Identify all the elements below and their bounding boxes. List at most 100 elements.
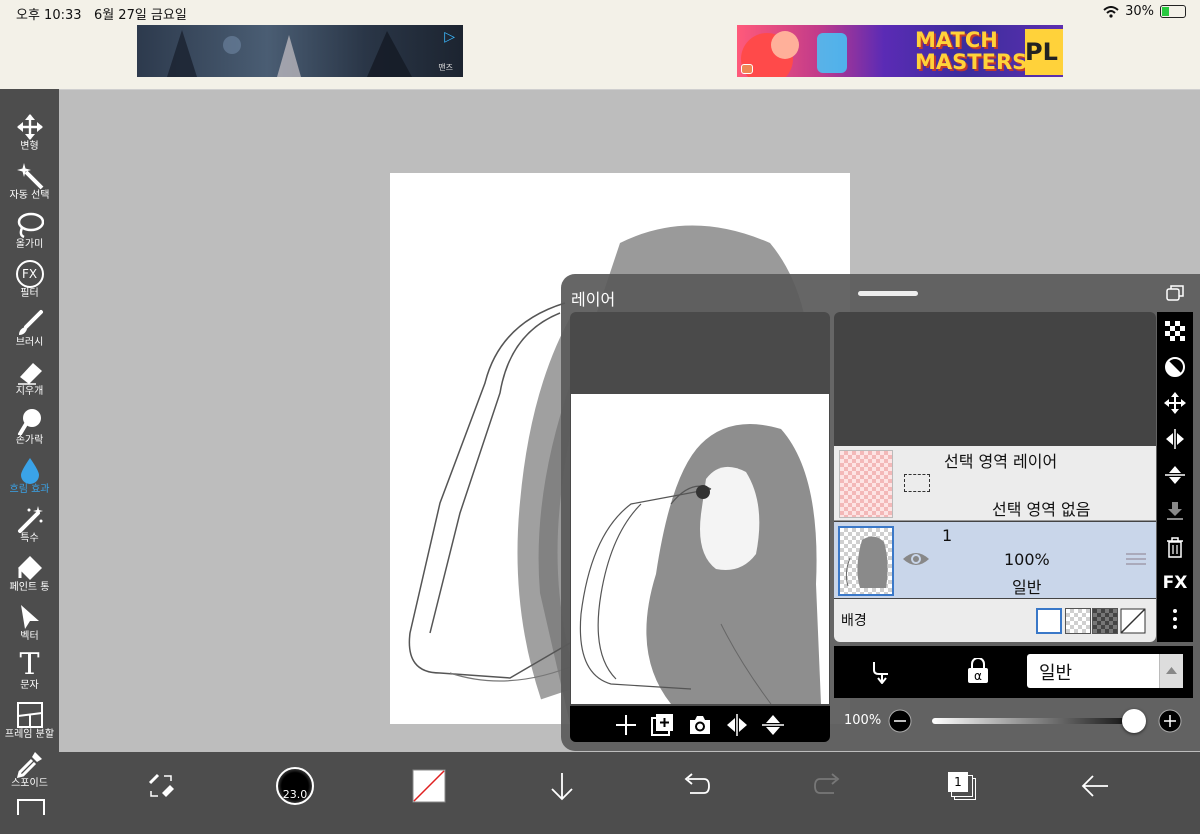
arrow-left-icon xyxy=(1081,775,1108,797)
toolbar-overflow-icon[interactable] xyxy=(17,799,45,815)
add-layer-icon[interactable] xyxy=(615,714,637,736)
status-time: 오후 10:33 6월 27일 금요일 xyxy=(16,8,187,23)
tool-text[interactable]: T 문자 xyxy=(0,650,59,698)
transparency-button[interactable] xyxy=(1157,316,1193,346)
tool-label: 변형 xyxy=(20,141,39,152)
ad-bar: ▷ 맨즈 MATCH MASTERS PL xyxy=(0,24,1200,90)
tool-magic-wand[interactable]: 자동 선택 xyxy=(0,160,59,208)
layer-side-toolbar: FX xyxy=(1157,312,1193,642)
tool-label: 올가미 xyxy=(15,239,44,250)
contrast-icon xyxy=(1165,357,1185,377)
ad-banner-left[interactable]: ▷ 맨즈 xyxy=(137,25,463,77)
brush-size-button[interactable]: 23.0 xyxy=(273,764,317,808)
merge-down-button[interactable] xyxy=(1157,496,1193,526)
background-label: 배경 xyxy=(841,613,867,629)
tool-bucket[interactable]: 페인트 통 xyxy=(0,552,59,600)
back-button[interactable] xyxy=(1073,764,1117,808)
battery-percent: 30% xyxy=(1125,4,1154,19)
layer-count: 1 xyxy=(948,772,968,792)
opacity-plus-icon[interactable] xyxy=(1158,709,1182,733)
ad-toggle-icon xyxy=(741,64,753,74)
tool-eraser[interactable]: 지우개 xyxy=(0,356,59,404)
tool-lasso[interactable]: 올가미 xyxy=(0,209,59,257)
redo-icon xyxy=(814,773,840,794)
merge-down-icon xyxy=(1167,502,1183,520)
lock-alpha-icon[interactable]: α xyxy=(966,658,990,684)
window-restore-icon[interactable] xyxy=(1166,285,1184,301)
tool-label: 프레임 분할 xyxy=(4,729,55,740)
tool-label: 손가락 xyxy=(15,435,44,446)
layers-icon: 1 xyxy=(948,772,976,800)
brush-size-indicator: 23.0 xyxy=(276,767,314,805)
import-button[interactable] xyxy=(540,764,584,808)
tool-label: 자동 선택 xyxy=(9,190,50,201)
fx-icon: FX xyxy=(1162,573,1188,593)
eyedropper-icon xyxy=(16,752,42,778)
tool-label: 흐림 효과 xyxy=(9,484,50,495)
lasso-icon xyxy=(17,212,44,239)
panel-drag-handle[interactable] xyxy=(858,291,918,296)
preview-canvas[interactable] xyxy=(571,394,829,705)
ad-play-button[interactable]: PL xyxy=(1025,29,1063,75)
tool-move[interactable]: 변형 xyxy=(0,111,59,159)
brush-icon xyxy=(18,310,43,335)
finger-icon xyxy=(17,409,41,435)
selection-layer-status: 선택 영역 없음 xyxy=(992,500,1091,519)
clipping-icon[interactable] xyxy=(870,660,892,684)
tool-label: 벡터 xyxy=(20,631,39,642)
tool-label: 브러시 xyxy=(15,337,44,348)
selection-layer-row[interactable]: 선택 영역 레이어 선택 영역 없음 xyxy=(834,446,1156,521)
blend-mode-select[interactable]: 일반 xyxy=(1027,654,1183,688)
ad-choices-icon[interactable]: ▷ xyxy=(444,29,455,45)
background-row[interactable]: 배경 xyxy=(834,599,1156,642)
ad-art-right xyxy=(741,31,847,77)
invert-button[interactable] xyxy=(1157,352,1193,382)
tool-label: 특수 xyxy=(20,533,39,544)
eye-icon[interactable] xyxy=(902,550,930,568)
tool-frame[interactable]: 프레임 분할 xyxy=(0,699,59,747)
frame-icon xyxy=(16,702,43,728)
tool-vector[interactable]: 벡터 xyxy=(0,601,59,649)
swap-tool-button[interactable] xyxy=(139,764,183,808)
tool-finger[interactable]: 손가락 xyxy=(0,405,59,453)
tool-label: 페인트 통 xyxy=(9,582,50,593)
opacity-control: 100% xyxy=(834,700,1193,742)
flip-vertical-icon[interactable] xyxy=(761,713,785,737)
layers-button[interactable]: 1 xyxy=(940,764,984,808)
flip-h-button[interactable] xyxy=(1157,424,1193,454)
layer-list: 선택 영역 레이어 선택 영역 없음 1 100% 일반 배경 xyxy=(834,312,1156,642)
tool-eyedropper[interactable]: 스포이드 xyxy=(0,748,59,796)
opacity-minus-icon[interactable] xyxy=(888,709,912,733)
brush-size-value: 23.0 xyxy=(282,788,308,801)
opacity-slider-track[interactable] xyxy=(932,718,1132,724)
layer-row-1[interactable]: 1 100% 일반 xyxy=(834,522,1156,598)
background-none-option[interactable] xyxy=(1120,608,1146,634)
background-transparent-option[interactable] xyxy=(1065,608,1091,634)
arrow-down-icon xyxy=(551,773,573,801)
tool-special[interactable]: 특수 xyxy=(0,503,59,551)
color-swatch-icon xyxy=(412,769,446,803)
blend-bar: α 일반 xyxy=(834,646,1193,698)
undo-button[interactable] xyxy=(673,764,717,808)
ad-banner-right[interactable]: MATCH MASTERS PL xyxy=(737,25,1063,77)
move-layer-button[interactable] xyxy=(1157,388,1193,418)
flip-v-button[interactable] xyxy=(1157,460,1193,490)
color-button[interactable] xyxy=(407,764,451,808)
more-options-button[interactable] xyxy=(1157,604,1193,634)
undo-icon xyxy=(684,773,710,794)
tool-blur[interactable]: 흐림 효과 xyxy=(0,454,59,502)
magic-wand-icon xyxy=(16,163,43,190)
duplicate-layer-icon[interactable] xyxy=(651,713,675,737)
camera-icon[interactable] xyxy=(688,714,712,736)
opacity-slider-thumb[interactable] xyxy=(1122,709,1146,733)
drag-handle-icon[interactable] xyxy=(1126,552,1146,566)
redo-button[interactable] xyxy=(807,764,851,808)
flip-horizontal-icon[interactable] xyxy=(725,713,749,737)
background-white-option[interactable] xyxy=(1036,608,1062,634)
delete-layer-button[interactable] xyxy=(1157,532,1193,562)
tool-filter[interactable]: FX 필터 xyxy=(0,258,59,306)
tool-brush[interactable]: 브러시 xyxy=(0,307,59,355)
checkerboard-icon xyxy=(1165,321,1185,341)
layer-fx-button[interactable]: FX xyxy=(1157,568,1193,598)
background-dark-checker-option[interactable] xyxy=(1092,608,1118,634)
